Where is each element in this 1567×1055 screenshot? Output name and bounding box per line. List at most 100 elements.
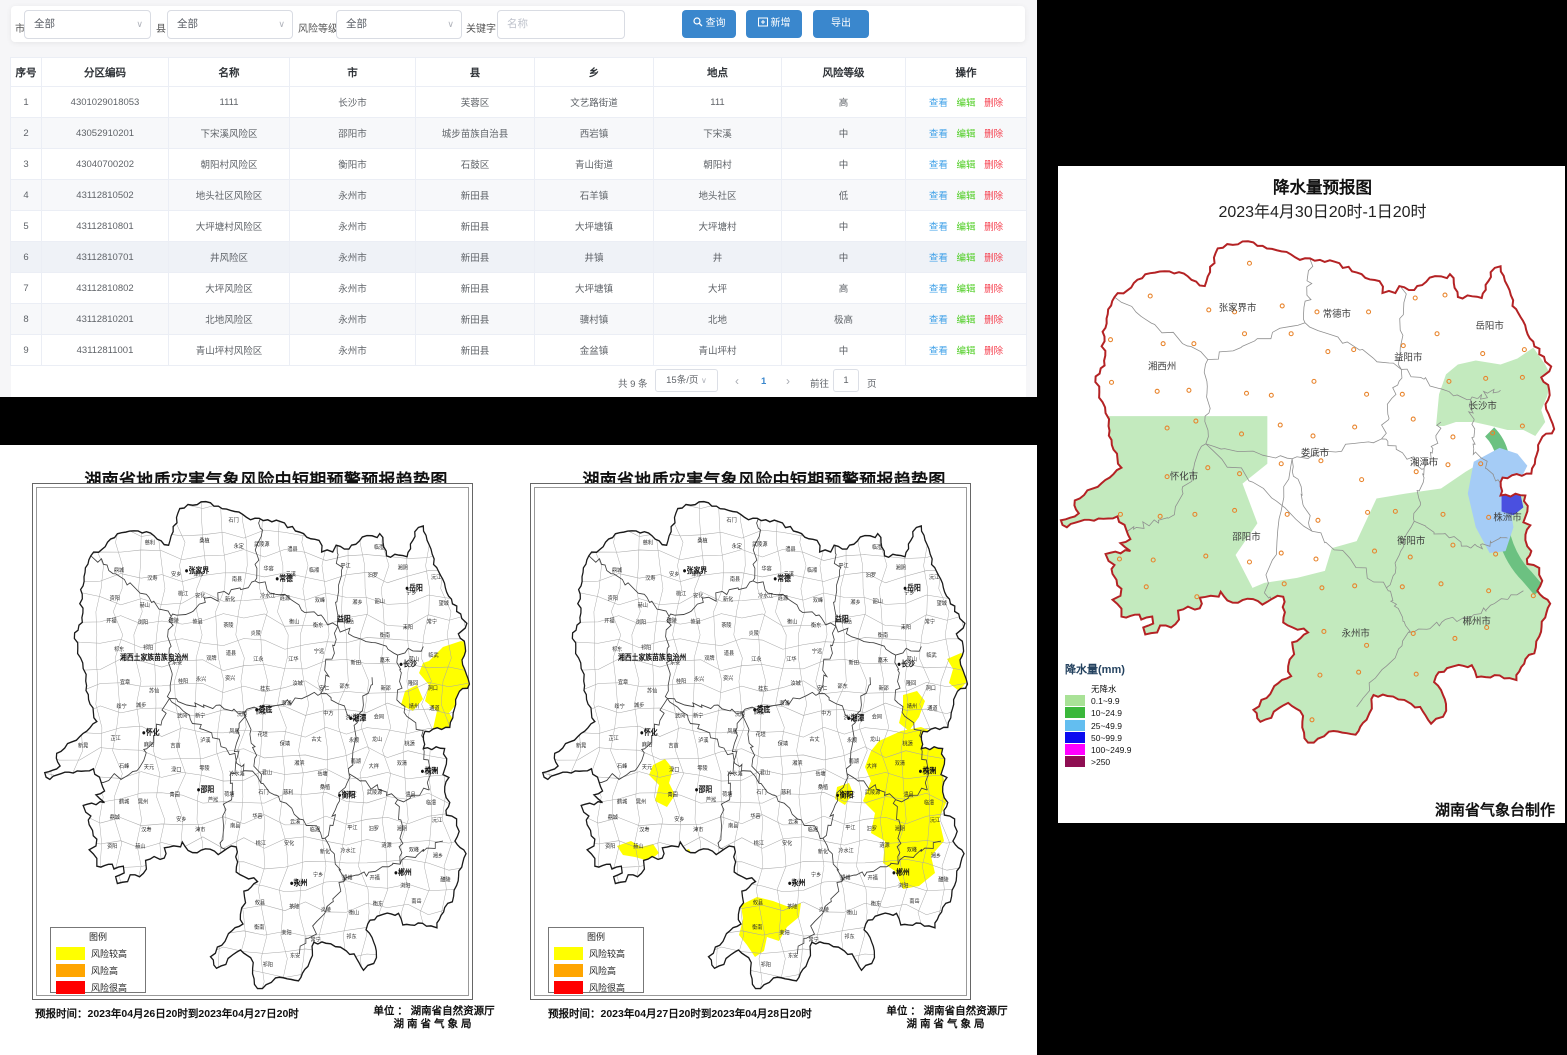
svg-text:岳塘: 岳塘	[317, 769, 328, 777]
svg-text:荷塘: 荷塘	[224, 789, 235, 797]
svg-text:新化: 新化	[225, 595, 236, 603]
svg-text:●株洲: ●株洲	[420, 766, 438, 776]
svg-text:耒阳: 耒阳	[281, 928, 291, 936]
svg-text:临湘: 临湘	[310, 825, 321, 833]
svg-text:●娄底: ●娄底	[753, 705, 771, 715]
svg-text:靖州: 靖州	[409, 702, 419, 710]
svg-text:祁东: 祁东	[844, 932, 855, 940]
svg-text:永州市: 永州市	[1342, 627, 1370, 638]
svg-text:龙山: 龙山	[870, 735, 880, 743]
svg-text:中方: 中方	[821, 708, 832, 716]
svg-text:醴陵: 醴陵	[667, 616, 678, 624]
svg-text:津市: 津市	[693, 825, 704, 833]
svg-text:道县: 道县	[226, 649, 237, 657]
svg-text:冷水江: 冷水江	[260, 591, 276, 599]
svg-text:新田: 新田	[849, 658, 859, 666]
svg-text:韶山: 韶山	[375, 597, 385, 605]
svg-text:凤凰: 凤凰	[229, 728, 240, 735]
svg-text:●岳阳: ●岳阳	[903, 583, 921, 593]
svg-text:邵阳市: 邵阳市	[1232, 531, 1260, 542]
svg-text:安化: 安化	[782, 839, 793, 847]
svg-text:赫山: 赫山	[140, 601, 150, 609]
svg-text:鼎城: 鼎城	[114, 567, 125, 574]
svg-text:芷江: 芷江	[111, 734, 122, 742]
svg-text:娄底市: 娄底市	[1301, 447, 1329, 458]
svg-text:●娄底: ●娄底	[255, 705, 273, 715]
svg-text:安仁: 安仁	[817, 683, 828, 691]
svg-text:常宁: 常宁	[808, 935, 819, 943]
svg-text:溆浦: 溆浦	[281, 699, 292, 707]
svg-text:●郴州: ●郴州	[892, 867, 910, 877]
svg-text:古丈: 古丈	[809, 735, 820, 743]
svg-text:岳塘: 岳塘	[815, 769, 826, 777]
svg-text:桑植: 桑植	[199, 536, 210, 544]
svg-text:南岳: 南岳	[909, 896, 920, 904]
svg-text:常宁: 常宁	[427, 617, 438, 625]
svg-text:新化: 新化	[320, 847, 331, 855]
svg-text:汉寿: 汉寿	[141, 825, 152, 833]
svg-text:鼎城: 鼎城	[608, 814, 619, 821]
svg-text:望城: 望城	[937, 599, 948, 607]
svg-text:桃源: 桃源	[405, 739, 416, 747]
svg-text:天元: 天元	[144, 764, 155, 771]
svg-text:沅陵: 沅陵	[237, 709, 248, 717]
svg-text:临武: 临武	[926, 651, 937, 659]
svg-text:安乡: 安乡	[674, 815, 684, 823]
svg-text:南县: 南县	[730, 575, 741, 583]
svg-text:冷水江: 冷水江	[758, 591, 774, 599]
svg-text:●衡阳: ●衡阳	[836, 790, 854, 800]
svg-text:华容: 华容	[263, 564, 274, 572]
svg-text:衡东: 衡东	[811, 621, 822, 629]
svg-text:桃江: 桃江	[676, 589, 687, 597]
svg-text:雨湖: 雨湖	[351, 757, 362, 765]
svg-text:鹤城: 鹤城	[617, 797, 628, 805]
svg-text:安仁: 安仁	[319, 683, 330, 691]
svg-text:桃江: 桃江	[178, 589, 189, 597]
svg-text:新宁: 新宁	[693, 711, 704, 719]
svg-text:祁阳: 祁阳	[263, 960, 273, 968]
svg-text:青园: 青园	[667, 790, 677, 798]
svg-text:衡东: 衡东	[871, 899, 882, 907]
svg-text:衡阳市: 衡阳市	[1397, 535, 1425, 546]
svg-text:冷水江: 冷水江	[838, 846, 854, 854]
svg-text:韶山: 韶山	[873, 597, 883, 605]
svg-text:道县: 道县	[724, 649, 735, 657]
svg-text:邵东: 邵东	[340, 682, 351, 690]
svg-text:浏阳: 浏阳	[138, 618, 148, 626]
svg-text:耒阳: 耒阳	[403, 623, 413, 631]
svg-text:大祥: 大祥	[867, 761, 878, 769]
svg-text:安乡: 安乡	[176, 815, 186, 823]
svg-text:华容: 华容	[750, 812, 761, 820]
svg-text:湘西土家族苗族自治州: 湘西土家族苗族自治州	[120, 653, 188, 663]
svg-text:新邵: 新邵	[381, 683, 392, 691]
svg-text:中方: 中方	[323, 708, 334, 716]
svg-text:芦淞: 芦淞	[208, 795, 219, 803]
svg-text:●郴州: ●郴州	[394, 867, 412, 877]
svg-text:宁乡: 宁乡	[313, 870, 323, 878]
svg-text:冷水滩: 冷水滩	[229, 769, 245, 777]
svg-text:武冈: 武冈	[675, 711, 685, 719]
svg-text:汨罗: 汨罗	[867, 824, 877, 832]
svg-text:浏阳: 浏阳	[400, 881, 410, 889]
svg-text:●衡阳: ●衡阳	[338, 790, 356, 800]
svg-text:湘乡: 湘乡	[850, 598, 860, 606]
svg-text:资阳: 资阳	[605, 841, 615, 849]
svg-text:华容: 华容	[252, 812, 263, 820]
svg-text:桂东: 桂东	[758, 684, 769, 692]
svg-text:衡山: 衡山	[289, 617, 299, 625]
svg-text:衡山: 衡山	[847, 908, 857, 916]
svg-text:龙山: 龙山	[372, 735, 382, 743]
svg-text:安乡: 安乡	[171, 570, 181, 578]
svg-text:临澧: 临澧	[924, 798, 935, 806]
svg-text:●长沙: ●长沙	[897, 659, 915, 669]
svg-text:云溪: 云溪	[290, 817, 301, 825]
svg-text:永顺: 永顺	[349, 735, 360, 743]
svg-text:衡南: 衡南	[254, 922, 265, 930]
svg-text:●岳阳: ●岳阳	[405, 583, 423, 593]
svg-text:衡南: 衡南	[752, 922, 763, 930]
svg-text:芷江: 芷江	[609, 734, 620, 742]
svg-text:江永: 江永	[253, 655, 264, 663]
svg-text:衡南: 衡南	[878, 630, 889, 638]
svg-text:南县: 南县	[230, 821, 241, 829]
svg-text:祁东: 祁东	[346, 932, 357, 940]
